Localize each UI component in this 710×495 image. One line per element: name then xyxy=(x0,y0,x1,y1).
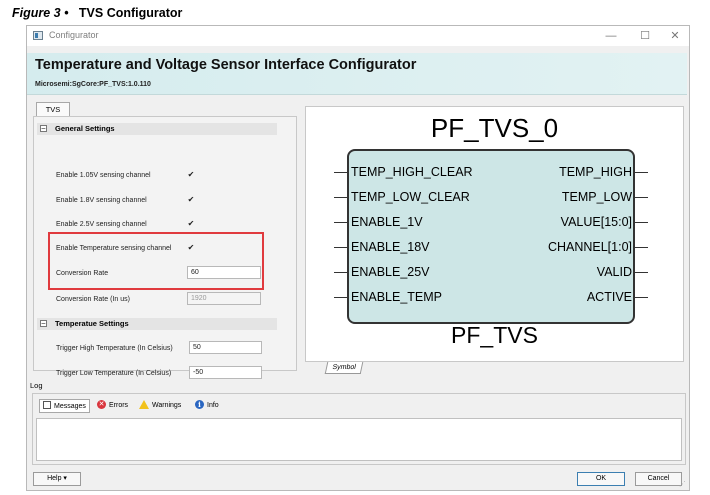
tab-symbol[interactable]: Symbol xyxy=(324,362,364,374)
conversion-rate-us-label: Conversion Rate (In us) xyxy=(56,296,130,303)
pin-wire xyxy=(635,222,648,223)
trigger-low-input[interactable]: -50 xyxy=(189,366,262,379)
title-bar: Configurator — ☐ ✕ xyxy=(27,26,689,46)
enable-2v5-checkbox[interactable]: ✔ xyxy=(187,220,195,228)
pin-wire xyxy=(635,247,648,248)
figure-number: Figure 3 • xyxy=(12,6,69,20)
help-button-label: Help xyxy=(47,475,62,482)
pin-wire xyxy=(334,247,347,248)
output-pin: CHANNEL[1:0] xyxy=(547,240,632,254)
highlight-frame xyxy=(48,232,264,290)
general-settings-header[interactable]: – General Settings xyxy=(37,123,277,135)
log-tab-errors[interactable]: ✕ Errors xyxy=(97,399,128,413)
log-tab-warnings[interactable]: Warnings xyxy=(139,399,181,413)
collapse-icon[interactable]: – xyxy=(40,320,47,327)
messages-icon xyxy=(43,401,51,410)
log-tab-info[interactable]: i Info xyxy=(195,399,219,413)
figure-caption: Figure 3 • TVS Configurator xyxy=(12,6,182,20)
pin-wire xyxy=(635,197,648,198)
minimize-button[interactable]: — xyxy=(597,27,625,45)
maximize-button[interactable]: ☐ xyxy=(631,27,659,45)
configurator-header: Temperature and Voltage Sensor Interface… xyxy=(27,53,687,95)
general-settings-label: General Settings xyxy=(55,124,115,133)
pin-wire xyxy=(334,222,347,223)
enable-1v8-checkbox[interactable]: ✔ xyxy=(187,196,195,204)
log-tab-errors-label: Errors xyxy=(109,402,129,409)
figure-title: TVS Configurator xyxy=(78,6,183,20)
output-pin: VALUE[15:0] xyxy=(560,215,632,229)
pin-wire xyxy=(635,172,648,173)
symbol-canvas: PF_TVS_0 TEMP_HIGH_CLEAR TEMP_LOW_CLEAR … xyxy=(305,106,684,362)
input-pin: TEMP_HIGH_CLEAR xyxy=(351,165,473,179)
collapse-icon[interactable]: – xyxy=(40,125,47,132)
output-pin: ACTIVE xyxy=(586,290,632,304)
temperature-settings-header[interactable]: – Temperatue Settings xyxy=(37,318,277,330)
enable-1v05-label: Enable 1.05V sensing channel xyxy=(56,172,151,179)
pin-wire xyxy=(334,272,347,273)
ok-button[interactable]: OK xyxy=(577,472,625,486)
tab-tvs[interactable]: TVS xyxy=(36,102,70,116)
dropdown-arrow-icon: ▾ xyxy=(63,475,67,482)
input-pin: ENABLE_TEMP xyxy=(351,290,443,304)
temperature-settings-label: Temperatue Settings xyxy=(55,319,129,328)
input-pin: ENABLE_18V xyxy=(351,240,430,254)
trigger-low-label: Trigger Low Temperature (In Celsius) xyxy=(56,370,172,377)
app-icon xyxy=(33,31,43,40)
warning-icon xyxy=(139,399,149,409)
log-tab-warnings-label: Warnings xyxy=(152,402,182,409)
log-tab-messages[interactable]: Messages xyxy=(39,399,90,413)
output-pin: VALID xyxy=(596,265,632,279)
input-pin: ENABLE_25V xyxy=(351,265,430,279)
resize-grip-icon[interactable]: ⋰ xyxy=(679,480,687,488)
close-button[interactable]: ✕ xyxy=(661,27,689,45)
pin-wire xyxy=(334,197,347,198)
input-pin: TEMP_LOW_CLEAR xyxy=(351,190,470,204)
info-icon: i xyxy=(195,399,204,409)
pin-wire xyxy=(334,297,347,298)
help-button[interactable]: Help ▾ xyxy=(33,472,81,486)
cancel-button[interactable]: Cancel xyxy=(635,472,682,486)
configurator-title: Temperature and Voltage Sensor Interface… xyxy=(35,57,417,73)
trigger-high-input[interactable]: 50 xyxy=(189,341,262,354)
log-tab-messages-label: Messages xyxy=(54,403,86,410)
log-panel: Messages ✕ Errors Warnings i Info xyxy=(32,393,686,465)
output-pin: TEMP_HIGH xyxy=(559,165,632,179)
input-pin: ENABLE_1V xyxy=(351,215,423,229)
trigger-high-label: Trigger High Temperature (In Celsius) xyxy=(56,345,173,352)
conversion-rate-us-field: 1920 xyxy=(187,292,261,305)
log-text-area[interactable] xyxy=(36,418,682,461)
output-pin: TEMP_LOW xyxy=(561,190,632,204)
log-label: Log xyxy=(30,381,43,390)
enable-1v05-checkbox[interactable]: ✔ xyxy=(187,171,195,179)
pin-wire xyxy=(635,272,648,273)
enable-2v5-label: Enable 2.5V sensing channel xyxy=(56,221,147,228)
symbol-instance-name: PF_TVS_0 xyxy=(430,113,559,143)
pin-wire xyxy=(334,172,347,173)
error-icon: ✕ xyxy=(97,399,106,409)
pin-wire xyxy=(635,297,648,298)
symbol-block[interactable]: TEMP_HIGH_CLEAR TEMP_LOW_CLEAR ENABLE_1V… xyxy=(347,149,635,324)
window-title: Configurator xyxy=(49,30,99,40)
core-version: Microsemi:SgCore:PF_TVS:1.0.110 xyxy=(35,81,151,88)
enable-1v8-label: Enable 1.8V sensing channel xyxy=(56,197,147,204)
symbol-component-name: PF_TVS xyxy=(451,322,538,348)
log-tab-info-label: Info xyxy=(207,402,219,409)
